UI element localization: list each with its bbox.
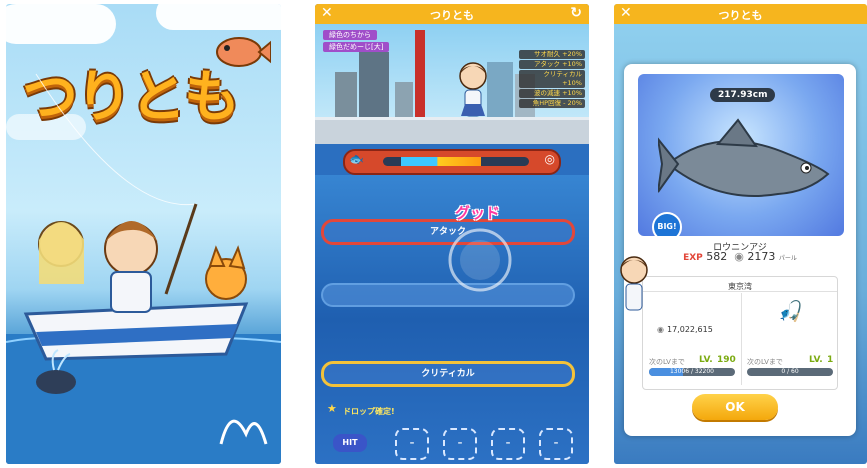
player-avatar	[459, 62, 487, 117]
top-bar: ✕ つりとも ↻	[315, 4, 589, 24]
hit-badge: HIT	[333, 434, 367, 452]
result-card: 217.93cm BIG! ロウニンアジ EXP 582 ◉ 2173 パール …	[624, 64, 856, 436]
buff-tag: 緑色だめーじ[大]	[323, 42, 390, 52]
rod-level-label: LV.	[809, 355, 823, 365]
building	[335, 72, 357, 122]
hit-slot: -	[539, 428, 573, 460]
drop-confirmed-text: ドロップ確定!	[343, 407, 395, 416]
battle-screen: ✕ つりとも ↻ 緑色のちから 緑色だめーじ[大] サオ耐久 +20% アタック…	[315, 4, 589, 464]
gauge-track	[383, 157, 529, 166]
location-panel: 東京湾 ◉ 17,022,615 🎣 次のLVまで LV. 190 13006 …	[642, 276, 838, 390]
hit-slot: -	[491, 428, 525, 460]
tokyo-tower	[415, 30, 425, 122]
ok-button[interactable]: OK	[692, 394, 778, 420]
screen-title: つりとも	[430, 9, 474, 22]
top-bar: ✕ つりとも	[614, 4, 867, 24]
exp-value: 582	[706, 250, 728, 263]
target-ring-icon	[448, 228, 512, 292]
big-badge: BIG!	[652, 212, 682, 236]
star-icon: ★	[327, 402, 337, 415]
rod-exp-text: 0 / 60	[781, 368, 799, 375]
fishing-rod-icon: 🎣	[778, 299, 803, 323]
refresh-icon[interactable]: ↻	[570, 5, 582, 21]
pearl-icon: ◉	[734, 250, 744, 263]
divider	[643, 291, 837, 292]
building	[359, 52, 389, 122]
action-slot-critical[interactable]: クリティカル	[321, 361, 575, 387]
tension-gauge: 🐟 ◎	[343, 149, 561, 175]
coin-icon: ◉	[657, 325, 664, 334]
screen-title: つりとも	[718, 9, 763, 22]
gauge-fill	[401, 157, 482, 166]
divider	[741, 293, 742, 385]
rod-exp-bar: 0 / 60	[747, 368, 833, 376]
player-exp-bar: 13006 / 32200	[649, 368, 735, 376]
fish-size: 217.93cm	[710, 88, 776, 102]
hit-slot: -	[443, 428, 477, 460]
stat-wave-slow: 波の減速 +10%	[519, 89, 585, 98]
stat-list: サオ耐久 +20% アタック +10% クリティカル +10% 波の減速 +10…	[519, 50, 585, 109]
title-screen: つりとも	[6, 4, 281, 464]
coin-value: 17,022,615	[667, 325, 713, 334]
pearl-value: 2173	[747, 250, 776, 263]
next-level-label: 次のLVまで	[747, 358, 783, 366]
player-level: 190	[717, 355, 736, 365]
water-area: アタック クリティカル	[315, 175, 589, 464]
fish-icon	[658, 118, 830, 197]
result-screen: ✕ つりとも 217.93cm BIG! ロウニンアジ EXP 582 ◉ 21…	[614, 4, 867, 464]
stat-critical: クリティカル +10%	[519, 70, 585, 88]
pearl-unit: パール	[778, 255, 797, 262]
fish-display: 217.93cm BIG!	[638, 74, 844, 236]
rod-level: 1	[827, 355, 834, 365]
building	[395, 82, 413, 122]
next-level-label: 次のLVまで	[649, 358, 685, 366]
stat-attack: アタック +10%	[519, 60, 585, 69]
player-avatar	[620, 256, 648, 311]
stat-rod-durability: サオ耐久 +20%	[519, 50, 585, 59]
reaction-text: グッド	[455, 204, 501, 222]
player-exp-text: 13006 / 32200	[669, 368, 714, 375]
reel-icon: ◎	[544, 152, 555, 166]
stat-fish-hp-recovery: 魚HP回復 - 20%	[519, 99, 585, 108]
player-level-label: LV.	[699, 355, 713, 365]
fishing-scene	[6, 73, 281, 464]
exp-label: EXP	[683, 253, 703, 263]
railing	[315, 117, 589, 144]
reward-line: EXP 582 ◉ 2173 パール	[624, 250, 856, 263]
fish-gauge-icon: 🐟	[349, 152, 364, 166]
hit-slot: -	[395, 428, 429, 460]
buff-tag: 緑色のちから	[323, 30, 377, 40]
